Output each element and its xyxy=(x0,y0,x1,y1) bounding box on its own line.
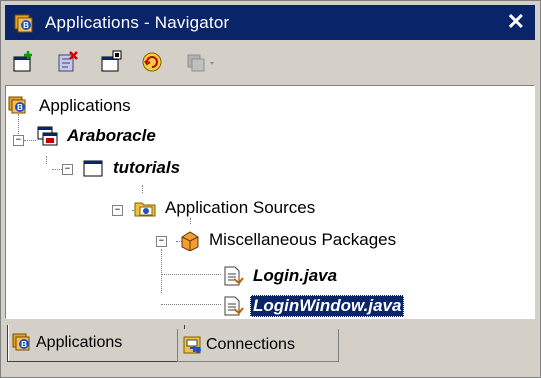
svg-text:B: B xyxy=(23,21,29,30)
application-tree[interactable]: − − − − B Applications Araboracle tutori… xyxy=(5,85,535,319)
collapse-toggle[interactable]: − xyxy=(156,236,167,247)
title-bar[interactable]: B Applications - Navigator ✕ xyxy=(5,5,535,40)
tab-label: Applications xyxy=(36,334,123,351)
new-project-button[interactable] xyxy=(99,49,127,75)
applications-icon: B xyxy=(8,96,26,114)
tree-connector xyxy=(161,274,221,275)
package-icon xyxy=(181,231,199,251)
new-project-icon xyxy=(101,50,122,72)
tree-label: Login.java xyxy=(253,266,338,285)
tree-node-package[interactable]: Miscellaneous Packages xyxy=(178,226,399,254)
remove-button[interactable] xyxy=(55,49,83,75)
collapse-toggle[interactable]: − xyxy=(62,164,73,175)
refresh-button[interactable] xyxy=(139,49,167,75)
new-application-icon xyxy=(13,51,32,72)
close-icon[interactable]: ✕ xyxy=(507,10,525,34)
tree-node-application-sources[interactable]: Application Sources xyxy=(134,194,318,222)
navigator-tabs: B Applications Connections xyxy=(5,321,535,373)
project-menu-button[interactable] xyxy=(185,49,225,75)
tree-label: Application Sources xyxy=(165,198,316,217)
tree-node-file-selected[interactable]: LoginWindow.java xyxy=(222,292,405,318)
tree-connector xyxy=(142,185,143,193)
connections-icon xyxy=(183,336,201,354)
tab-label: Connections xyxy=(206,336,295,353)
tree-node-application[interactable]: Araboracle xyxy=(36,122,159,150)
tree-connector xyxy=(46,156,47,164)
tree-label: Miscellaneous Packages xyxy=(209,230,397,249)
remove-icon xyxy=(58,51,78,72)
navigator-panel: B Applications - Navigator ✕ − − − − B A… xyxy=(0,0,541,378)
tree-label-selected: LoginWindow.java xyxy=(250,295,405,317)
svg-text:B: B xyxy=(17,103,23,112)
collapse-toggle[interactable]: − xyxy=(13,135,24,146)
tree-label: Applications xyxy=(39,96,131,115)
folder-icon xyxy=(134,202,156,217)
tree-label: tutorials xyxy=(113,158,181,177)
collapse-toggle[interactable]: − xyxy=(112,205,123,216)
applications-navigator-icon: B xyxy=(14,14,33,33)
svg-text:B: B xyxy=(21,340,27,349)
applications-icon: B xyxy=(12,333,30,351)
tab-connections[interactable]: Connections xyxy=(177,329,339,362)
tree-node-applications[interactable]: B Applications xyxy=(8,92,134,120)
java-file-icon xyxy=(224,266,244,286)
tree-node-file[interactable]: Login.java xyxy=(222,262,340,290)
tree-connector xyxy=(161,249,162,293)
java-file-icon xyxy=(224,296,244,316)
project-icon xyxy=(83,160,103,177)
application-workspace-icon xyxy=(37,126,58,146)
tab-applications[interactable]: B Applications xyxy=(7,325,185,362)
tree-connector xyxy=(161,304,221,305)
window-title: Applications - Navigator xyxy=(45,13,230,32)
new-application-button[interactable] xyxy=(11,49,39,75)
project-dropdown-icon xyxy=(187,54,214,72)
toolbar xyxy=(5,43,535,81)
tree-node-project[interactable]: tutorials xyxy=(82,154,183,182)
tree-label: Araboracle xyxy=(67,126,156,145)
tree-connector xyxy=(24,140,36,141)
refresh-icon xyxy=(142,52,162,72)
